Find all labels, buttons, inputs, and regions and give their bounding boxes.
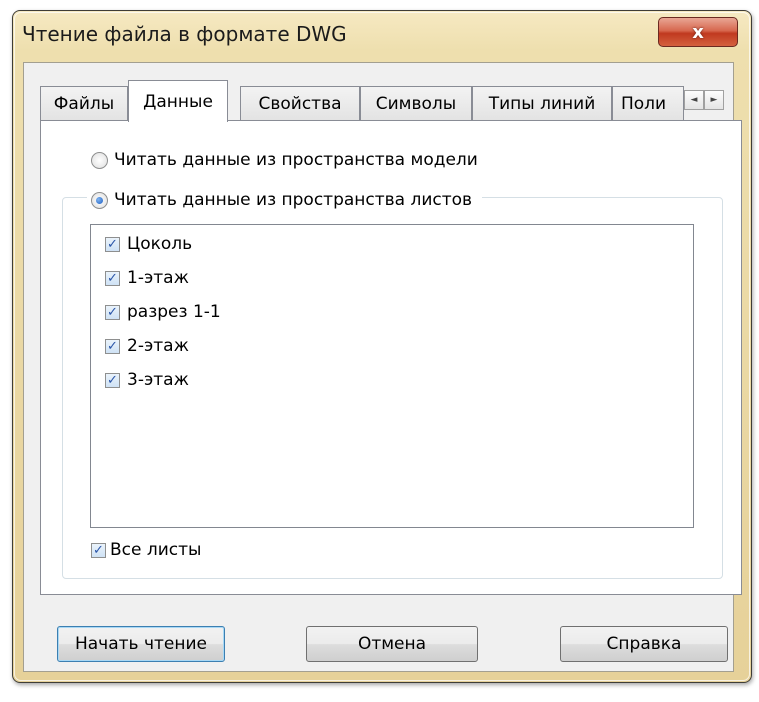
tab-label: Данные <box>143 91 213 112</box>
sheet-label: 1-этаж <box>127 268 189 288</box>
cancel-button[interactable]: Отмена <box>306 626 478 662</box>
window-title: Чтение файла в формате DWG <box>22 22 347 46</box>
help-button[interactable]: Справка <box>560 626 728 662</box>
tab-properties[interactable]: Свойства <box>240 86 360 120</box>
tab-label: Типы линий <box>488 93 596 114</box>
checkbox-checked-icon[interactable]: ✓ <box>105 236 120 252</box>
radio-model-space-label: Читать данные из пространства модели <box>114 150 478 170</box>
tab-scroll-right-button[interactable]: ► <box>704 90 724 110</box>
start-reading-label: Начать чтение <box>74 634 207 654</box>
radio-paper-space-label: Читать данные из пространства листов <box>114 190 473 210</box>
close-button[interactable]: x <box>658 17 738 47</box>
tab-scroll-left-button[interactable]: ◄ <box>684 90 704 110</box>
list-item[interactable]: ✓ 2-этаж <box>105 336 189 356</box>
arrow-left-icon: ◄ <box>690 95 698 105</box>
radio-model-space[interactable]: Читать данные из пространства модели <box>91 150 488 170</box>
arrow-right-icon: ► <box>710 95 718 105</box>
sheet-label: 2-этаж <box>127 336 189 356</box>
tab-label: Свойства <box>258 93 342 114</box>
radio-unchecked-icon[interactable] <box>91 151 108 169</box>
tab-poly[interactable]: Поли <box>612 86 684 120</box>
tab-label: Файлы <box>53 93 115 114</box>
tab-label: Поли <box>621 93 667 114</box>
radio-paper-space[interactable]: Читать данные из пространства листов <box>87 190 483 210</box>
checkbox-checked-icon[interactable]: ✓ <box>105 270 120 286</box>
help-label: Справка <box>606 634 682 654</box>
list-item[interactable]: ✓ Цоколь <box>105 234 192 254</box>
sheet-label: 3-этаж <box>127 370 189 390</box>
list-item[interactable]: ✓ 3-этаж <box>105 370 189 390</box>
cancel-label: Отмена <box>357 634 427 654</box>
radio-checked-icon[interactable] <box>91 191 108 209</box>
sheet-label: разрез 1-1 <box>127 302 221 322</box>
list-item[interactable]: ✓ 1-этаж <box>105 268 189 288</box>
tab-data[interactable]: Данные <box>128 80 228 122</box>
tab-line-types[interactable]: Типы линий <box>472 86 612 120</box>
close-icon: x <box>692 21 704 43</box>
tab-symbols[interactable]: Символы <box>360 86 472 120</box>
start-reading-button[interactable]: Начать чтение <box>57 626 225 662</box>
sheet-label: Цоколь <box>127 234 193 254</box>
checkbox-checked-icon[interactable]: ✓ <box>105 372 120 388</box>
checkbox-checked-icon[interactable]: ✓ <box>105 304 120 320</box>
sheets-listbox[interactable]: ✓ Цоколь ✓ 1-этаж ✓ разрез 1-1 ✓ 2-этаж … <box>90 224 694 528</box>
checkbox-checked-icon[interactable]: ✓ <box>91 542 106 558</box>
all-sheets-checkbox[interactable]: ✓ Все листы <box>91 540 201 560</box>
tab-label: Символы <box>375 93 457 114</box>
list-item[interactable]: ✓ разрез 1-1 <box>105 302 221 322</box>
tab-files[interactable]: Файлы <box>40 86 128 120</box>
all-sheets-label: Все листы <box>110 540 202 560</box>
checkbox-checked-icon[interactable]: ✓ <box>105 338 120 354</box>
